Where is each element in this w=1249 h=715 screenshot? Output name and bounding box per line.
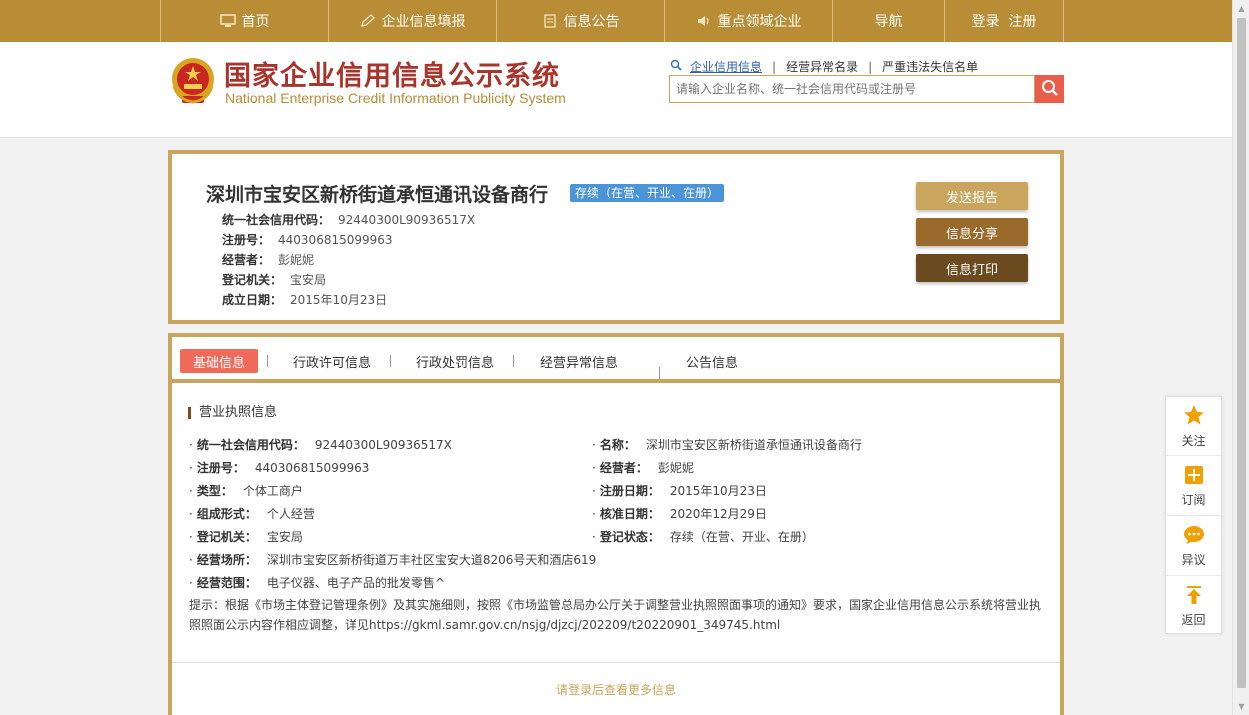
- nav-announcement-label: 信息公告: [563, 14, 620, 30]
- site-title-cn: 国家企业信用信息公示系统: [224, 61, 560, 92]
- nav-home-label: 首页: [241, 14, 270, 30]
- license-credit-code: · 统一社会信用代码： 92440300L90936517X: [189, 438, 452, 452]
- license-reg-authority: · 登记机关： 宝安局: [189, 530, 303, 544]
- search-magnifier-icon: [670, 59, 682, 74]
- search-button[interactable]: [1035, 75, 1064, 103]
- follow-label: 关注: [1181, 433, 1206, 448]
- tab-admin-license[interactable]: 行政许可信息: [282, 349, 382, 373]
- nav-navigation[interactable]: 导航: [833, 0, 945, 42]
- floating-action-bar: 关注 订阅 异议 返回: [1165, 396, 1222, 634]
- send-report-button[interactable]: 发送报告: [916, 182, 1028, 210]
- search-link-abnormal-list[interactable]: 经营异常名录: [776, 58, 868, 75]
- summary-credit-code: 统一社会信用代码： 92440300L90936517X: [222, 213, 476, 227]
- follow-button[interactable]: 关注: [1166, 397, 1221, 456]
- objection-label: 异议: [1181, 552, 1206, 567]
- subscribe-button[interactable]: 订阅: [1166, 457, 1221, 516]
- nav-navigation-label: 导航: [874, 14, 903, 30]
- license-type: · 类型： 个体工商户: [189, 484, 303, 498]
- license-name: · 名称： 深圳市宝安区新桥街道承恒通讯设备商行: [592, 438, 862, 452]
- nav-key-enterprises-label: 重点领域企业: [717, 14, 802, 30]
- divider: [172, 662, 1060, 663]
- summary-reg-authority: 登记机关： 宝安局: [222, 273, 327, 287]
- arrow-up-icon: [1184, 585, 1204, 608]
- license-composition: · 组成形式： 个人经营: [189, 507, 315, 521]
- license-business-scope: · 经营范围： 电子仪器、电子产品的批发零售^: [189, 576, 445, 590]
- license-reg-number: · 注册号： 440306815099963: [189, 461, 370, 475]
- login-for-more-link[interactable]: 请登录后查看更多信息: [172, 681, 1060, 698]
- nav-key-enterprises[interactable]: 重点领域企业: [665, 0, 833, 42]
- nav-home[interactable]: 首页: [161, 0, 329, 42]
- search-link-serious-violation[interactable]: 严重违法失信名单: [872, 58, 988, 75]
- detail-panel: 基础信息 行政许可信息 行政处罚信息 经营异常信息 公告信息 营业执照信息 · 统…: [168, 333, 1064, 715]
- company-summary-card: 深圳市宝安区新桥街道承恒通讯设备商行 存续（在营、开业、在册） 统一社会信用代码…: [168, 150, 1064, 324]
- nav-login-register[interactable]: 登录 注册: [945, 0, 1064, 42]
- monitor-icon: [219, 14, 236, 28]
- tab-basic-info[interactable]: 基础信息: [180, 349, 258, 373]
- summary-reg-number: 注册号： 440306815099963: [222, 233, 393, 247]
- license-approval-date: · 核准日期： 2020年12月29日: [592, 507, 767, 521]
- top-nav: 首页 企业信息填报 信息公告 重点领域企业 导航 登录 注册: [0, 0, 1232, 42]
- license-business-address: · 经营场所： 深圳市宝安区新桥街道万丰社区宝安大道8206号天和酒店619: [189, 553, 597, 567]
- scroll-up-arrow-icon[interactable]: ▲: [1233, 0, 1249, 17]
- nav-enterprise-report[interactable]: 企业信息填报: [329, 0, 497, 42]
- document-icon: [542, 14, 558, 28]
- company-name: 深圳市宝安区新桥街道承恒通讯设备商行: [206, 184, 549, 206]
- tab-separator: [390, 355, 391, 367]
- subscribe-label: 订阅: [1181, 492, 1206, 507]
- license-operator: · 经营者： 彭妮妮: [592, 461, 694, 475]
- scrollbar-thumb[interactable]: [1237, 18, 1246, 688]
- tab-admin-penalty[interactable]: 行政处罚信息: [405, 349, 505, 373]
- nav-announcement[interactable]: 信息公告: [497, 0, 665, 42]
- section-title-license: 营业执照信息: [188, 406, 277, 419]
- tab-announcement[interactable]: 公告信息: [672, 349, 752, 373]
- tab-separator: [267, 355, 268, 367]
- nav-login-register-label: 登录 注册: [971, 14, 1037, 30]
- nav-enterprise-report-label: 企业信息填报: [381, 14, 466, 30]
- site-title-en: National Enterprise Credit Information P…: [225, 90, 566, 106]
- chat-icon: [1183, 525, 1205, 548]
- license-notice: 提示：根据《市场主体登记管理条例》及其实施细则，按照《市场监管总局办公厅关于调整…: [189, 598, 1042, 632]
- search-link-credit-info[interactable]: 企业信用信息: [690, 58, 772, 75]
- back-label: 返回: [1181, 613, 1206, 627]
- edit-icon: [360, 14, 376, 28]
- summary-established-date: 成立日期： 2015年10月23日: [222, 293, 388, 307]
- site-header: 国家企业信用信息公示系统 National Enterprise Credit …: [0, 42, 1232, 138]
- tab-abnormal-operation[interactable]: 经营异常信息: [529, 349, 629, 373]
- tab-separator: [659, 367, 660, 379]
- star-icon: [1183, 404, 1205, 429]
- back-to-top-button[interactable]: 返回: [1166, 577, 1221, 636]
- license-reg-date: · 注册日期： 2015年10月23日: [592, 484, 767, 498]
- page-scrollbar[interactable]: ▲ ▼: [1232, 0, 1249, 715]
- speaker-icon: [696, 14, 712, 28]
- share-info-button[interactable]: 信息分享: [916, 218, 1028, 246]
- search-icon: [1041, 79, 1059, 100]
- search-input[interactable]: [670, 76, 1034, 102]
- search-box: [669, 75, 1035, 103]
- national-emblem-icon: [170, 56, 216, 106]
- print-info-button[interactable]: 信息打印: [916, 254, 1028, 282]
- tab-separator: [513, 355, 514, 367]
- search-type-links: 企业信用信息 | 经营异常名录 | 严重违法失信名单: [670, 58, 988, 75]
- status-badge: 存续（在营、开业、在册）: [570, 184, 725, 202]
- objection-button[interactable]: 异议: [1166, 517, 1221, 576]
- plus-icon: [1184, 465, 1204, 488]
- license-reg-status: · 登记状态： 存续（在营、开业、在册）: [592, 530, 814, 544]
- summary-operator: 经营者： 彭妮妮: [222, 253, 315, 267]
- info-tabs: 基础信息 行政许可信息 行政处罚信息 经营异常信息 公告信息: [172, 337, 1060, 383]
- scroll-down-arrow-icon[interactable]: ▼: [1233, 698, 1249, 715]
